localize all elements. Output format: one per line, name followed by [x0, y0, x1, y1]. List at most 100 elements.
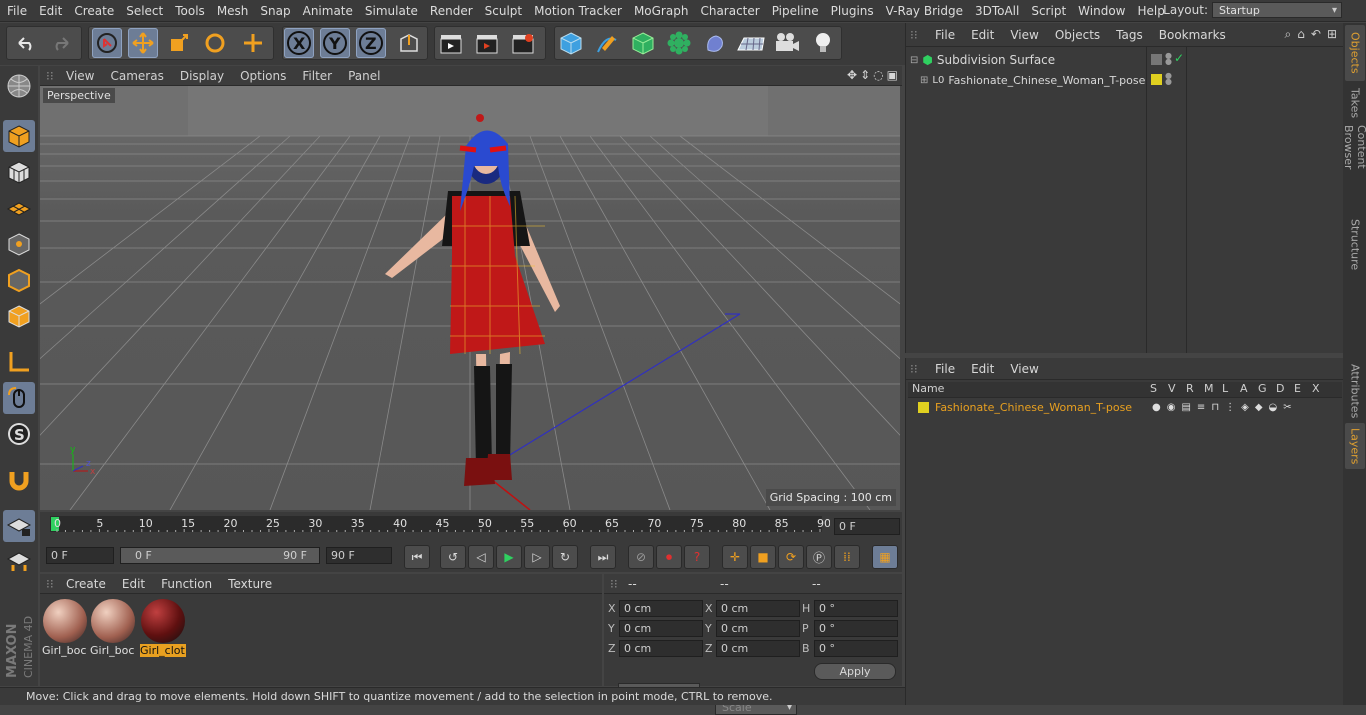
tab-layers[interactable]: Layers	[1345, 423, 1365, 469]
tab-content-browser[interactable]: Content Browser	[1342, 125, 1366, 211]
obj-menu-objects[interactable]: Objects	[1048, 28, 1109, 42]
vp-menu-filter[interactable]: Filter	[294, 69, 340, 83]
texture-mode-button[interactable]	[3, 156, 35, 188]
menu-character[interactable]: Character	[693, 4, 764, 18]
edge-mode-button[interactable]	[3, 264, 35, 296]
layer-col-d[interactable]: D	[1276, 382, 1284, 395]
autokey-button[interactable]: ⏺	[656, 545, 682, 569]
undo-button[interactable]	[11, 28, 41, 58]
material-swatch-selected[interactable]: Girl_clot	[140, 598, 186, 660]
expand-icon[interactable]: ⊞	[920, 75, 928, 86]
render-picture-viewer-button[interactable]	[472, 28, 502, 58]
eye-icon[interactable]: ◉	[1167, 402, 1176, 413]
move-button[interactable]	[128, 28, 158, 58]
timeline-button[interactable]: ▦	[872, 545, 898, 569]
scale-button[interactable]	[164, 28, 194, 58]
maximize-view-icon[interactable]: ▣	[887, 68, 898, 82]
layer-col-e[interactable]: E	[1294, 382, 1301, 395]
obj-menu-file[interactable]: File	[928, 28, 964, 42]
rotation-h-field[interactable]: 0 °	[814, 600, 898, 617]
generators-icon[interactable]: ◈	[1241, 402, 1249, 413]
polygon-mode-button[interactable]	[3, 300, 35, 332]
keyframe-selection-button[interactable]: ?	[684, 545, 710, 569]
y-axis-button[interactable]: Y	[320, 28, 350, 58]
render-settings-button[interactable]	[508, 28, 538, 58]
tab-takes[interactable]: Takes	[1345, 83, 1365, 123]
back-icon[interactable]: ↶	[1311, 27, 1321, 42]
pen-spline-button[interactable]	[592, 28, 622, 58]
position-x-field[interactable]: 0 cm	[619, 600, 703, 617]
size-x-field[interactable]: 0 cm	[716, 600, 800, 617]
rotation-p-field[interactable]: 0 °	[814, 620, 898, 637]
mat-menu-function[interactable]: Function	[153, 577, 220, 591]
range-slider[interactable]: 0 F 90 F	[120, 547, 320, 564]
layer-col-name[interactable]: Name	[912, 382, 944, 395]
planar-workplane-button[interactable]	[3, 546, 35, 578]
subdivision-button[interactable]	[628, 28, 658, 58]
snap-button[interactable]	[3, 464, 35, 496]
model-mode-button[interactable]	[3, 120, 35, 152]
x-axis-button[interactable]: X	[284, 28, 314, 58]
layer-col-a[interactable]: A	[1240, 382, 1248, 395]
start-frame-field[interactable]: 0 F	[46, 547, 114, 564]
layer-menu-file[interactable]: File	[928, 362, 964, 376]
record-keys-button[interactable]: ⊘	[628, 545, 654, 569]
viewport-camera-label[interactable]: Perspective	[43, 88, 115, 103]
enabled-check-icon[interactable]: ✓	[1174, 51, 1184, 65]
z-axis-button[interactable]: Z	[356, 28, 386, 58]
workplane-mode-button[interactable]	[3, 192, 35, 224]
mat-menu-texture[interactable]: Texture	[220, 577, 280, 591]
next-key-button[interactable]: ↻	[552, 545, 578, 569]
orbit-icon[interactable]: ◌	[873, 68, 883, 82]
tree-row-character[interactable]: ⊞ L0 Fashionate_Chinese_Woman_T-pose	[920, 71, 1146, 89]
layer-col-m[interactable]: M	[1204, 382, 1214, 395]
menu-select[interactable]: Select	[119, 4, 168, 18]
collapse-icon[interactable]: ⊟	[910, 55, 918, 66]
goto-end-button[interactable]: ⏭	[590, 545, 616, 569]
solo-dot-icon[interactable]: ●	[1152, 402, 1161, 413]
character-model[interactable]	[385, 114, 560, 486]
menu-window[interactable]: Window	[1071, 4, 1130, 18]
xref-icon[interactable]: ✂	[1283, 402, 1291, 413]
menu-mesh[interactable]: Mesh	[210, 4, 254, 18]
layer-row[interactable]: Fashionate_Chinese_Woman_T-pose ● ◉ ▤ ≡ …	[918, 399, 1342, 415]
mat-menu-edit[interactable]: Edit	[114, 577, 153, 591]
render-view-button[interactable]	[436, 28, 466, 58]
menu-render[interactable]: Render	[423, 4, 478, 18]
layer-col-s[interactable]: S	[1150, 382, 1157, 395]
position-z-field[interactable]: 0 cm	[619, 640, 703, 657]
visibility-dots-icon[interactable]: ● ●	[1165, 52, 1172, 66]
deformer-button[interactable]	[700, 28, 730, 58]
size-y-field[interactable]: 0 cm	[716, 620, 800, 637]
search-icon[interactable]: ⌕	[1285, 27, 1292, 42]
menu-sculpt[interactable]: Sculpt	[478, 4, 527, 18]
key-rotation-button[interactable]: ⟳	[778, 545, 804, 569]
menu-tools[interactable]: Tools	[168, 4, 210, 18]
vp-menu-cameras[interactable]: Cameras	[102, 69, 171, 83]
rotate-button[interactable]	[200, 28, 230, 58]
floor-button[interactable]	[736, 28, 766, 58]
deformers-icon[interactable]: ◆	[1255, 402, 1263, 413]
prev-key-button[interactable]: ↺	[440, 545, 466, 569]
new-panel-icon[interactable]: ⊞	[1327, 27, 1337, 42]
menu-3dtoall[interactable]: 3DToAll	[968, 4, 1024, 18]
tree-row-subdivision[interactable]: ⊟ ⬢ Subdivision Surface	[910, 51, 1146, 69]
menu-simulate[interactable]: Simulate	[358, 4, 423, 18]
pan-arrows-icon[interactable]: ✥	[847, 68, 857, 82]
obj-menu-view[interactable]: View	[1003, 28, 1047, 42]
lock-icon[interactable]: ⊓	[1211, 402, 1219, 413]
solo-button[interactable]: S	[3, 418, 35, 450]
render-clapboard-icon[interactable]: ▤	[1181, 402, 1190, 413]
menu-edit[interactable]: Edit	[32, 4, 67, 18]
tab-objects[interactable]: Objects	[1345, 25, 1365, 81]
vp-menu-options[interactable]: Options	[232, 69, 294, 83]
mat-menu-create[interactable]: Create	[58, 577, 114, 591]
layer-col-l[interactable]: L	[1222, 382, 1228, 395]
goto-start-button[interactable]: ⏮	[404, 545, 430, 569]
end-frame-field[interactable]: 90 F	[326, 547, 392, 564]
light-button[interactable]	[808, 28, 838, 58]
layout-dropdown[interactable]: Startup	[1212, 2, 1342, 18]
menu-vray-bridge[interactable]: V-Ray Bridge	[879, 4, 968, 18]
camera-button[interactable]	[772, 28, 802, 58]
make-editable-button[interactable]	[3, 70, 35, 102]
